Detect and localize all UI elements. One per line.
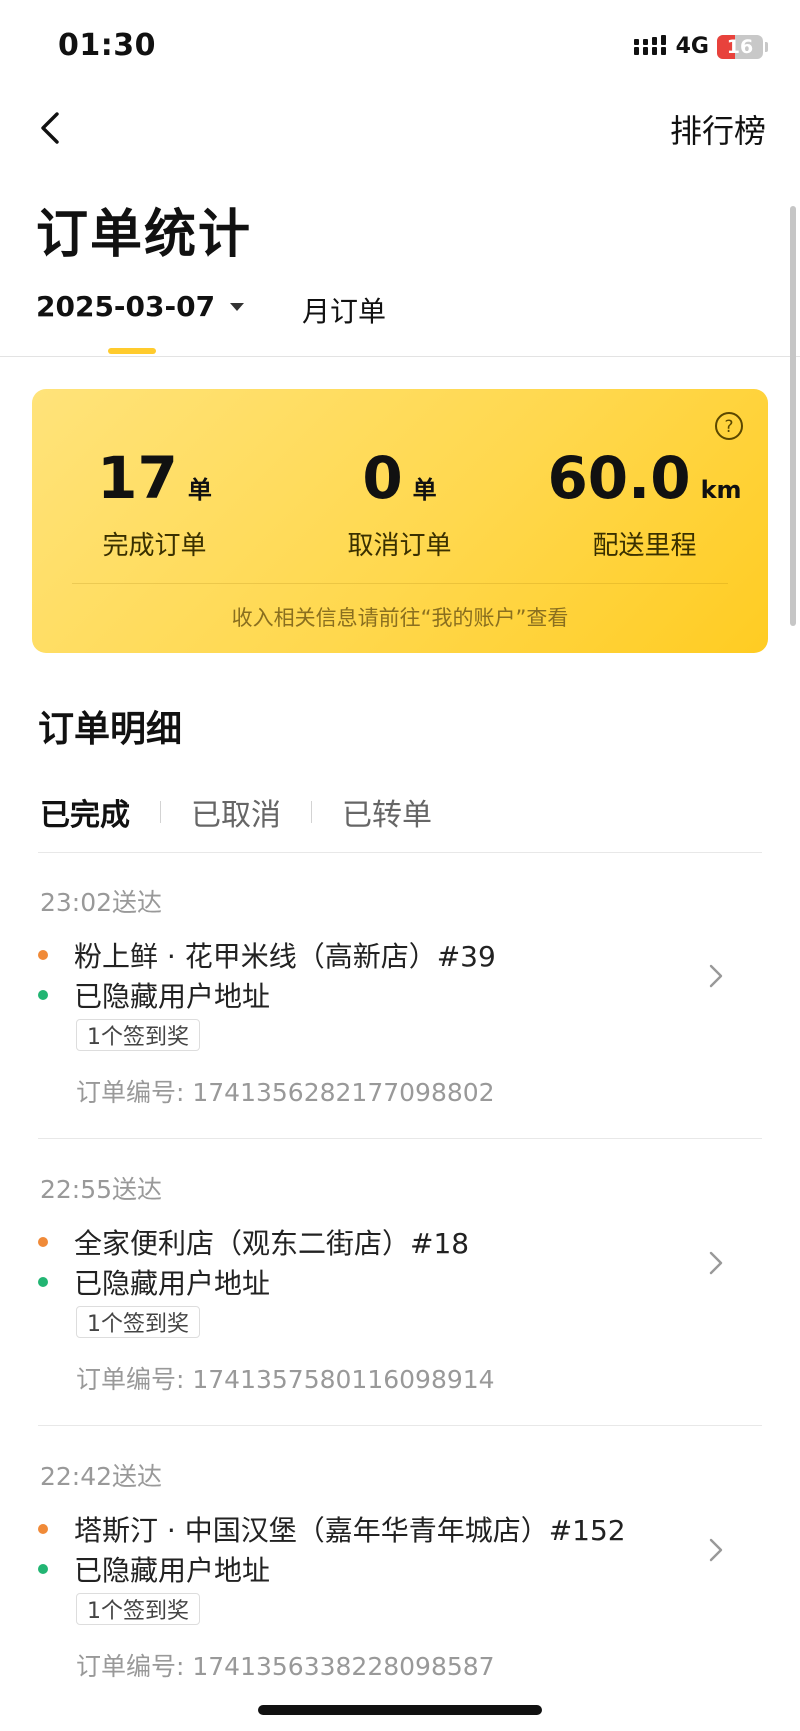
stat-completed-orders: 17 单 完成订单	[32, 449, 277, 562]
order-address-line: 已隐藏用户地址	[38, 1549, 270, 1589]
network-type: 4G	[675, 34, 709, 59]
filter-completed[interactable]: 已完成	[40, 790, 130, 834]
pickup-dot-icon	[38, 1237, 48, 1247]
card-divider	[72, 583, 728, 584]
order-store-name: 粉上鲜 · 花甲米线（高新店）#39	[74, 940, 496, 973]
summary-card: ? 17 单 完成订单 0 单 取消订单 60.0 km 配送里程 收入相关信息…	[32, 389, 768, 653]
order-number: 订单编号: 1741356338228098587	[76, 1652, 495, 1681]
delivery-dot-icon	[38, 1564, 48, 1574]
stat-value: 17	[97, 444, 178, 512]
order-store-name: 全家便利店（观东二街店）#18	[74, 1227, 470, 1260]
pickup-dot-icon	[38, 1524, 48, 1534]
tab-monthly-orders[interactable]: 月订单	[302, 290, 386, 330]
checkin-reward-badge: 1个签到奖	[76, 1019, 200, 1051]
stat-unit: 单	[187, 476, 212, 504]
page-title: 订单统计	[36, 205, 253, 265]
order-address: 已隐藏用户地址	[74, 1554, 271, 1587]
filter-transferred[interactable]: 已转单	[342, 790, 432, 834]
active-tab-indicator	[108, 348, 156, 354]
order-number: 订单编号: 1741356282177098802	[76, 1078, 495, 1107]
stat-label: 配送里程	[592, 531, 697, 561]
order-number: 订单编号: 1741357580116098914	[76, 1365, 495, 1394]
chevron-left-icon	[41, 112, 59, 144]
back-button[interactable]	[30, 104, 70, 152]
status-time: 01:30	[58, 28, 156, 63]
stat-cancelled-orders: 0 单 取消订单	[277, 449, 522, 562]
delivery-dot-icon	[38, 990, 48, 1000]
order-delivered-time: 23:02送达	[40, 888, 163, 917]
stat-label: 取消订单	[347, 531, 452, 561]
scrollbar[interactable]	[790, 206, 796, 626]
ranking-link[interactable]: 排行榜	[670, 106, 766, 152]
order-delivered-time: 22:42送达	[40, 1462, 163, 1491]
order-store-name: 塔斯汀 · 中国汉堡（嘉年华青年城店）#152	[74, 1514, 626, 1547]
order-list-item[interactable]: 22:42送达 塔斯汀 · 中国汉堡（嘉年华青年城店）#152 已隐藏用户地址 …	[38, 1427, 762, 1713]
order-divider	[38, 1425, 762, 1426]
order-delivered-time: 22:55送达	[40, 1175, 163, 1204]
order-address-line: 已隐藏用户地址	[38, 975, 270, 1015]
filter-cancelled[interactable]: 已取消	[191, 790, 281, 834]
question-circle-icon[interactable]: ?	[714, 411, 744, 441]
order-list-item[interactable]: 23:02送达 粉上鲜 · 花甲米线（高新店）#39 已隐藏用户地址 1个签到奖…	[38, 853, 762, 1139]
chevron-right-icon	[709, 1538, 723, 1562]
chevron-right-icon	[709, 964, 723, 988]
signal-strength-icon	[633, 34, 666, 55]
filter-separator	[311, 801, 312, 823]
order-address-line: 已隐藏用户地址	[38, 1262, 270, 1302]
order-store-line: 塔斯汀 · 中国汉堡（嘉年华青年城店）#152	[38, 1509, 626, 1549]
checkin-reward-badge: 1个签到奖	[76, 1306, 200, 1338]
chevron-right-icon	[709, 1251, 723, 1275]
order-filter-tabs: 已完成 已取消 已转单	[40, 790, 432, 834]
income-info-note: 收入相关信息请前往“我的账户”查看	[231, 606, 569, 630]
battery-percent: 16	[726, 35, 754, 58]
filter-separator	[160, 801, 161, 823]
stat-unit: 单	[412, 476, 437, 504]
battery-icon: 16	[717, 34, 763, 59]
order-store-line: 全家便利店（观东二街店）#18	[38, 1222, 469, 1262]
order-address: 已隐藏用户地址	[74, 1267, 271, 1300]
order-address: 已隐藏用户地址	[74, 980, 271, 1013]
stat-unit: km	[700, 476, 742, 504]
stat-value: 60.0	[547, 444, 691, 512]
svg-text:?: ?	[724, 417, 733, 437]
tabs-divider	[0, 356, 800, 357]
order-list-item[interactable]: 22:55送达 全家便利店（观东二街店）#18 已隐藏用户地址 1个签到奖 订单…	[38, 1140, 762, 1426]
caret-down-icon	[230, 302, 245, 311]
order-store-line: 粉上鲜 · 花甲米线（高新店）#39	[38, 935, 496, 975]
status-indicators: 4G 16	[633, 34, 768, 59]
status-bar: 01:30 4G 16	[0, 0, 800, 96]
pickup-dot-icon	[38, 950, 48, 960]
stat-value: 0	[362, 444, 403, 512]
order-detail-title: 订单明细	[38, 709, 183, 750]
delivery-dot-icon	[38, 1277, 48, 1287]
tab-date-label: 2025-03-07	[36, 290, 216, 323]
order-divider	[38, 1138, 762, 1139]
tab-date-picker[interactable]: 2025-03-07	[36, 290, 245, 323]
stat-label: 完成订单	[102, 531, 207, 561]
home-indicator[interactable]	[258, 1705, 542, 1715]
checkin-reward-badge: 1个签到奖	[76, 1593, 200, 1625]
stat-delivery-distance: 60.0 km 配送里程	[522, 449, 767, 562]
battery-cap	[765, 41, 768, 52]
